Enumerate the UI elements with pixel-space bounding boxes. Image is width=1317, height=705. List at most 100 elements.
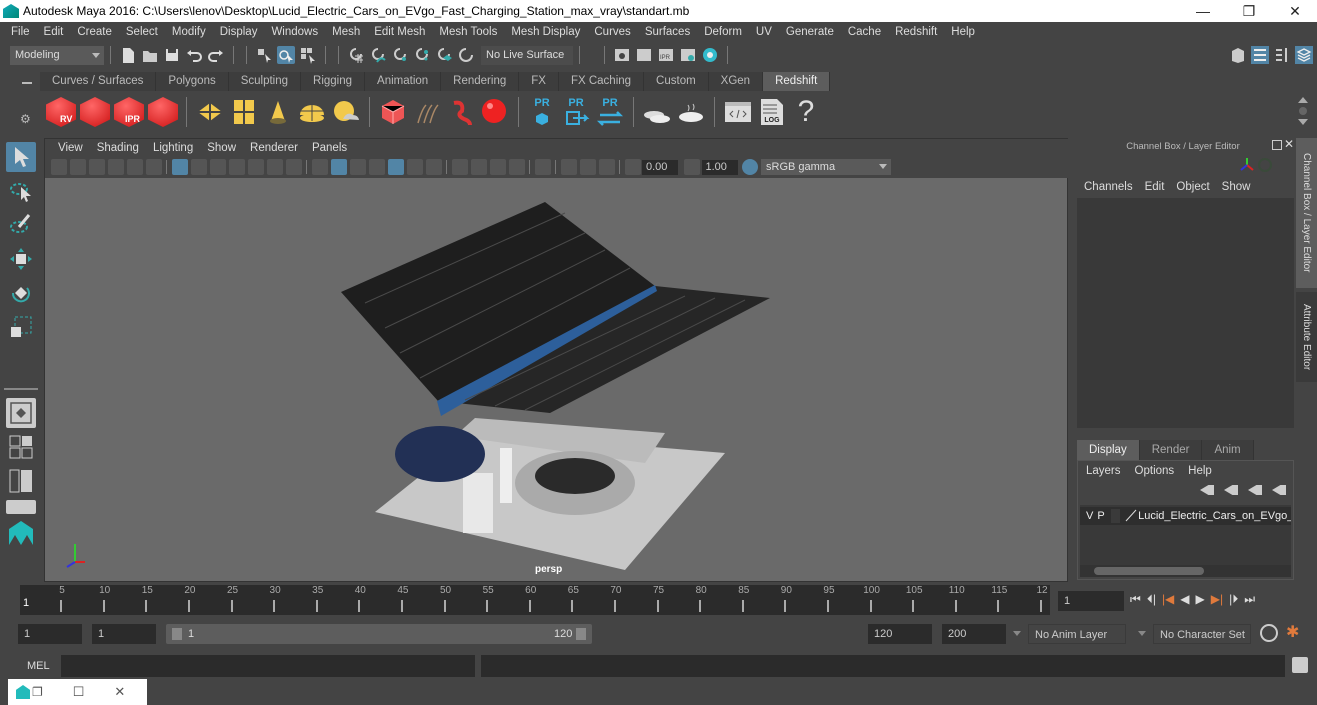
safe-title-icon[interactable]: [285, 159, 302, 175]
screen-space-ambient-occlusion-icon[interactable]: [451, 159, 468, 175]
restore-icon[interactable]: ❐: [32, 685, 43, 699]
undo-icon[interactable]: [185, 46, 203, 64]
menu-uv[interactable]: UV: [749, 26, 779, 38]
snap-grid-icon[interactable]: [347, 46, 365, 64]
pr-cube-icon[interactable]: PR: [527, 97, 557, 127]
shelf-tab-curves-surfaces[interactable]: Curves / Surfaces: [40, 72, 157, 91]
tab-display[interactable]: Display: [1077, 440, 1140, 460]
bake-pie-icon[interactable]: [676, 97, 706, 127]
rotate-tool-icon[interactable]: [6, 278, 36, 308]
select-camera-icon[interactable]: [50, 159, 67, 175]
play-forwards-icon[interactable]: ▶: [1196, 592, 1205, 607]
pr-export-icon[interactable]: PR: [561, 97, 591, 127]
open-scene-icon[interactable]: [141, 46, 159, 64]
shelf-tab-fx-caching[interactable]: FX Caching: [558, 72, 645, 91]
edit-menu[interactable]: Edit: [1141, 181, 1173, 193]
object-menu[interactable]: Object: [1172, 181, 1217, 193]
multisample-antialiasing-icon[interactable]: [489, 159, 506, 175]
depth-of-field-icon[interactable]: [508, 159, 525, 175]
log-icon[interactable]: LOG: [757, 97, 787, 127]
select-by-object-icon[interactable]: [277, 46, 295, 64]
shelf-tab-polygons[interactable]: Polygons: [156, 72, 229, 91]
resolution-gate-icon[interactable]: [209, 159, 226, 175]
scroll-up-icon[interactable]: [1298, 97, 1308, 103]
rotate-manipulator-icon[interactable]: [1258, 158, 1272, 172]
menu-modify[interactable]: Modify: [165, 26, 213, 38]
viewport-menu-show[interactable]: Show: [200, 142, 243, 154]
camera-attributes-icon[interactable]: [69, 159, 86, 175]
range-slider-end-handle[interactable]: [576, 628, 586, 640]
viewport-menu-view[interactable]: View: [51, 142, 90, 154]
menu-surfaces[interactable]: Surfaces: [638, 26, 697, 38]
tab-render[interactable]: Render: [1139, 440, 1203, 460]
shelf-tab-rigging[interactable]: Rigging: [301, 72, 366, 91]
menu-deform[interactable]: Deform: [697, 26, 749, 38]
menu-select[interactable]: Select: [119, 26, 165, 38]
redshift-curve-icon[interactable]: [446, 97, 476, 127]
xray-joints-icon[interactable]: [598, 159, 615, 175]
grid-icon[interactable]: [171, 159, 188, 175]
paint-select-tool-icon[interactable]: [6, 210, 36, 240]
scene-end-field[interactable]: 200: [942, 624, 1006, 644]
redshift-portal-light-icon[interactable]: [229, 97, 259, 127]
single-perspective-layout-icon[interactable]: [6, 398, 36, 428]
viewport-menu-panels[interactable]: Panels: [305, 142, 354, 154]
menu-create[interactable]: Create: [70, 26, 119, 38]
channel-box-toggle-icon[interactable]: [1295, 46, 1313, 64]
script-editor-icon[interactable]: [723, 97, 753, 127]
snap-point-icon[interactable]: [391, 46, 409, 64]
redshift-sun-sky-icon[interactable]: [331, 97, 361, 127]
move-layer-up-icon[interactable]: [1200, 485, 1214, 495]
maximize-button[interactable]: ❐: [1226, 0, 1272, 22]
show-menu[interactable]: Show: [1218, 181, 1259, 193]
shelf-menu-icon[interactable]: [22, 82, 32, 84]
gate-mask-icon[interactable]: [228, 159, 245, 175]
tab-anim[interactable]: Anim: [1202, 440, 1254, 460]
layer-playback-toggle[interactable]: P: [1095, 510, 1106, 522]
shadows-icon[interactable]: [425, 159, 442, 175]
channels-menu[interactable]: Channels: [1080, 181, 1141, 193]
layers-menu[interactable]: Layers: [1086, 465, 1129, 477]
auto-key-toggle-icon[interactable]: [1260, 624, 1278, 642]
command-language-label[interactable]: MEL: [27, 660, 50, 672]
hypershade-icon[interactable]: [701, 46, 719, 64]
go-to-end-icon[interactable]: ⏭: [1244, 592, 1255, 607]
shelf-tab-rendering[interactable]: Rendering: [441, 72, 520, 91]
3d-scene[interactable]: [45, 178, 1069, 583]
help-icon[interactable]: ?: [791, 95, 821, 128]
animation-preferences-icon[interactable]: ✱: [1286, 622, 1299, 642]
modeling-toolkit-icon[interactable]: [1229, 46, 1247, 64]
menu-redshift[interactable]: Redshift: [888, 26, 944, 38]
menu-windows[interactable]: Windows: [264, 26, 325, 38]
redo-icon[interactable]: [207, 46, 225, 64]
textured-icon[interactable]: [387, 159, 404, 175]
smooth-shade-icon[interactable]: [330, 159, 347, 175]
redshift-render-sequence-icon[interactable]: [80, 97, 110, 127]
menu-curves[interactable]: Curves: [587, 26, 637, 38]
isolate-select-icon[interactable]: [534, 159, 551, 175]
save-scene-icon[interactable]: [163, 46, 181, 64]
layer-display-type-toggle[interactable]: [1110, 509, 1121, 523]
exposure-field[interactable]: 0.00: [642, 159, 678, 175]
shelf-tab-custom[interactable]: Custom: [644, 72, 709, 91]
maya-home-icon[interactable]: [6, 518, 36, 548]
menu-mesh-display[interactable]: Mesh Display: [504, 26, 587, 38]
menu-edit[interactable]: Edit: [37, 26, 71, 38]
make-live-icon[interactable]: [457, 46, 475, 64]
scrollbar-thumb[interactable]: [1094, 567, 1204, 575]
live-surface-field[interactable]: No Live Surface: [481, 45, 573, 65]
shelf-scroll-menu-icon[interactable]: [1299, 107, 1307, 115]
bake-pies-icon[interactable]: [642, 97, 672, 127]
minimize-button[interactable]: —: [1180, 0, 1226, 22]
manipulator-axis-icon[interactable]: [1238, 156, 1256, 174]
gamma-field[interactable]: 1.00: [701, 159, 738, 175]
maximize-icon[interactable]: ☐: [73, 684, 85, 700]
persp-graph-layout-icon[interactable]: [6, 500, 36, 514]
pr-swap-icon[interactable]: PR: [595, 97, 625, 127]
snap-curve-icon[interactable]: [369, 46, 387, 64]
wireframe-on-shaded-icon[interactable]: [368, 159, 385, 175]
gamma-icon[interactable]: [684, 159, 700, 175]
shelf-settings-gear-icon[interactable]: ⚙: [20, 112, 31, 126]
horizontal-scrollbar[interactable]: [1080, 565, 1291, 577]
new-layer-from-selected-icon[interactable]: [1272, 485, 1286, 495]
